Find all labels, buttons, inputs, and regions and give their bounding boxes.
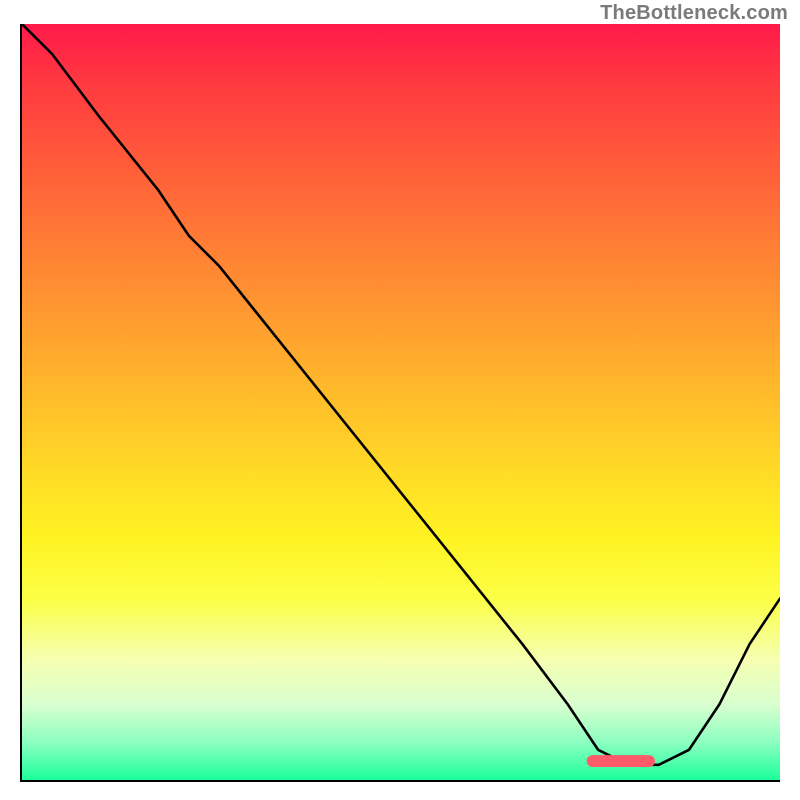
minimum-marker <box>587 755 655 767</box>
chart-overlay <box>22 24 780 780</box>
plot-area <box>20 24 780 782</box>
chart-container: TheBottleneck.com <box>0 0 800 800</box>
watermark-text: TheBottleneck.com <box>600 2 788 25</box>
curve-line <box>22 24 780 765</box>
